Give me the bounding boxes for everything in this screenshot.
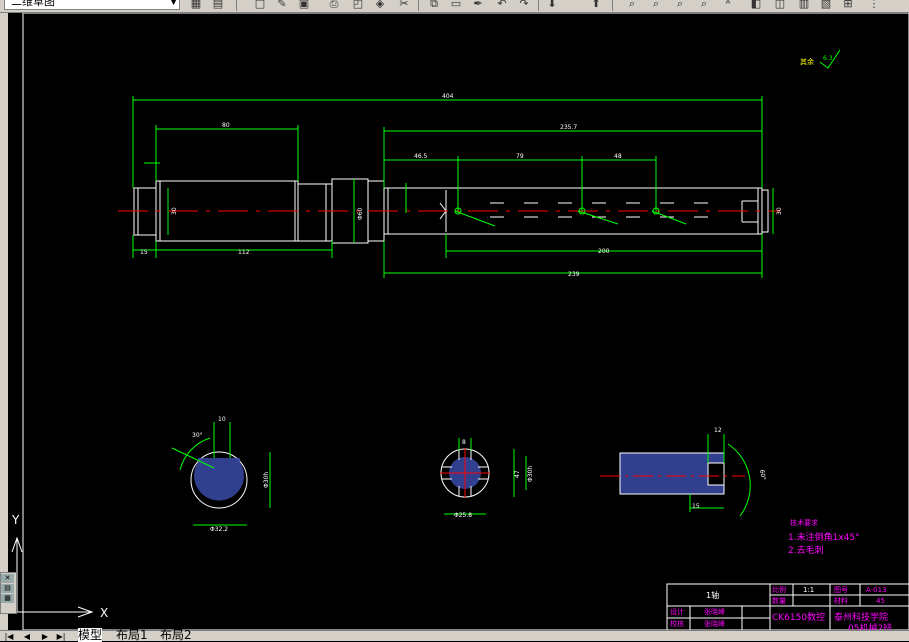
publish-icon[interactable]: ◈ — [372, 0, 388, 11]
toolbar-separator — [418, 0, 419, 11]
properties-icon[interactable]: ⌕ — [672, 0, 688, 11]
plot-preview-icon[interactable]: ◰ — [350, 0, 366, 11]
dim-79: 79 — [516, 153, 524, 160]
zoom-window-icon[interactable]: ⌕ — [624, 0, 640, 11]
layer-state-icon[interactable]: ▤ — [210, 0, 226, 11]
check-name: 张晓峰 — [704, 619, 725, 628]
zoom-realtime-icon[interactable]: ⬆ — [588, 0, 604, 11]
material-value: 45 — [876, 597, 885, 605]
section-a-top-dim: 10 — [218, 416, 226, 423]
section-a-side-dim: Φ30h — [263, 472, 270, 488]
drawing-canvas[interactable]: 404 80 235.7 46.5 79 48 15 112 200 239 3… — [8, 13, 909, 630]
cut-icon[interactable]: ✂ — [396, 0, 412, 11]
dim-46-5: 46.5 — [414, 153, 428, 160]
left-dock-strip — [0, 13, 8, 630]
standard-toolbar: 二维草图 ▼ ▦ ▤ □ ✎ ▣ ⎙ ◰ ◈ ✂ ⧉ ▭ ✒ ↶ ↷ ⬇ ⬆ ⌕… — [0, 0, 909, 13]
dim-239: 239 — [568, 271, 580, 278]
sheet-label: 图号 — [834, 586, 848, 594]
layer-dropdown[interactable]: 二维草图 ▼ — [4, 0, 180, 10]
section-b-side-a: Φ30h — [527, 466, 534, 482]
toolbar-separator — [236, 0, 237, 11]
section-view-a: 10 30° Φ30h Φ32.2 — [171, 416, 271, 533]
dim-80: 80 — [222, 122, 230, 129]
tool-snap-icon[interactable]: ✕ — [1, 574, 14, 583]
toolbar-separator — [612, 0, 613, 11]
dim-15: 15 — [140, 249, 148, 256]
side-toolbar: ✕ ▤ ▦ — [0, 572, 17, 614]
title-block: 1轴 比例 1:1 图号 A-013 数量 材料 45 设计 张晓峰 校核 张晓… — [666, 583, 909, 630]
help-icon[interactable]: ▧ — [818, 0, 834, 11]
more-icon[interactable]: ⋮ — [866, 0, 882, 11]
tool-grid-icon[interactable]: ▤ — [1, 584, 14, 593]
open-icon[interactable]: ✎ — [274, 0, 290, 11]
section-c-top-dim: 12 — [714, 427, 722, 434]
ucs-icon: X Y — [11, 513, 108, 620]
new-icon[interactable]: □ — [252, 0, 268, 11]
part-name: 1轴 — [706, 590, 719, 600]
tech-req-line1: 1.未注倒角1x45° — [788, 531, 860, 543]
section-a-bottom-dim: Φ32.2 — [210, 526, 228, 533]
section-c-bottom-dim: 15 — [692, 503, 700, 510]
tech-req-title: 技术要求 — [790, 518, 818, 527]
markup-icon[interactable]: ◫ — [772, 0, 788, 11]
calc-icon[interactable]: ▥ — [796, 0, 812, 11]
dim-right-phi: 30 — [776, 207, 783, 215]
design-center-icon[interactable]: ⌕ — [696, 0, 712, 11]
print-icon[interactable]: ⎙ — [326, 0, 342, 11]
roughness-note: 其余 — [800, 57, 814, 66]
class-name: 05机械2班 — [848, 622, 892, 630]
layer-dropdown-value: 二维草图 — [11, 0, 55, 8]
ucs-x-label: X — [100, 606, 108, 620]
sheet-set-icon[interactable]: ◧ — [748, 0, 764, 11]
section-view-c: 12 15 60° — [600, 427, 767, 517]
drawing-frame — [22, 13, 909, 630]
roughness-value: 6.3 — [823, 55, 833, 62]
section-c-angle: 60° — [758, 469, 767, 481]
ucs-y-label: Y — [11, 513, 20, 527]
tool-palette-icon[interactable]: ᴬ — [720, 0, 736, 11]
dim-235-7: 235.7 — [560, 124, 577, 131]
chevron-down-icon[interactable]: ▼ — [170, 0, 177, 9]
material-label: 材料 — [834, 596, 848, 605]
copy-icon[interactable]: ⧉ — [426, 0, 442, 11]
qty-label: 数量 — [772, 596, 786, 605]
tool-ortho-icon[interactable]: ▦ — [1, 594, 14, 603]
technical-requirements: 技术要求 1.未注倒角1x45° 2.去毛刺 — [788, 518, 860, 556]
scale-value: 1:1 — [803, 586, 814, 594]
roughness-symbol: 其余 6.3 — [800, 49, 841, 69]
design-label: 设计 — [670, 607, 684, 616]
paste-icon[interactable]: ▭ — [448, 0, 464, 11]
dim-200: 200 — [598, 248, 610, 255]
tech-req-line2: 2.去毛刺 — [788, 544, 824, 556]
dim-48: 48 — [614, 153, 622, 160]
sheet-value: A-013 — [866, 586, 887, 594]
redo-icon[interactable]: ↷ — [516, 0, 532, 11]
section-a-angle: 30° — [192, 432, 203, 439]
match-icon[interactable]: ✒ — [470, 0, 486, 11]
dim-mid-phi: Φ60 — [357, 207, 364, 220]
section-view-b: 8 Φ30h 47 Φ25.8 — [440, 438, 534, 519]
check-label: 校核 — [670, 619, 684, 628]
design-name: 张晓峰 — [704, 607, 725, 616]
section-b-side-b: 47 — [514, 470, 521, 478]
toolbar-separator — [538, 0, 539, 11]
scale-label: 比例 — [772, 585, 786, 594]
table-icon[interactable]: ⊞ — [840, 0, 856, 11]
section-b-bottom-dim: Φ25.8 — [454, 512, 472, 519]
school-name: 泰州科技学院 — [834, 611, 888, 623]
dim-left-phi: 30 — [171, 207, 178, 215]
pan-icon[interactable]: ⬇ — [544, 0, 560, 11]
zoom-previous-icon[interactable]: ⌕ — [648, 0, 664, 11]
drawing-name: CK6150数控 — [772, 611, 825, 623]
layout-tab-bar: |◀ ◀ ▶ ▶| 模型 布局1 布局2 — [0, 628, 909, 642]
undo-icon[interactable]: ↶ — [494, 0, 510, 11]
section-b-top-dim: 8 — [462, 439, 466, 446]
dim-overall: 404 — [442, 93, 454, 100]
dim-112: 112 — [238, 249, 250, 256]
save-icon[interactable]: ▣ — [296, 0, 312, 11]
layers-icon[interactable]: ▦ — [188, 0, 204, 11]
